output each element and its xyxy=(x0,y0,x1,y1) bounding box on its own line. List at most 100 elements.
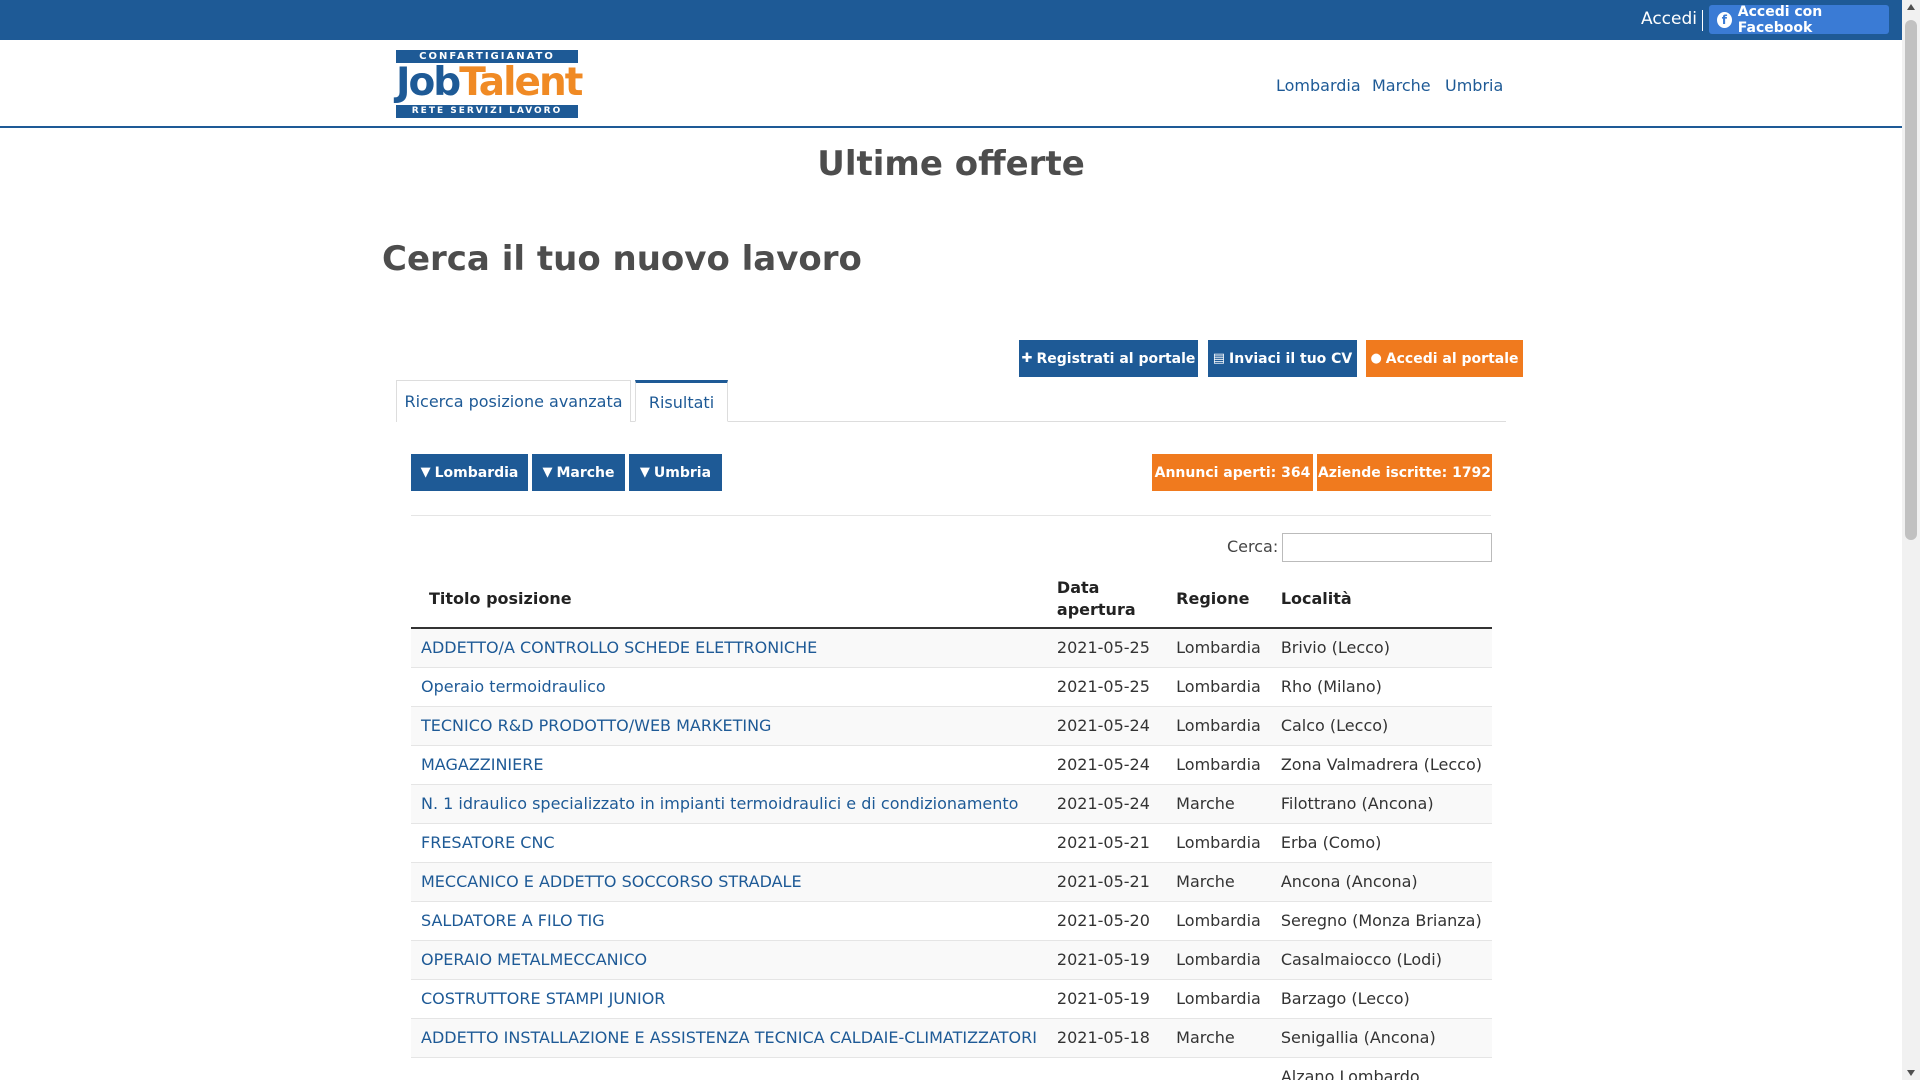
logo-bottom-strip: RETE SERVIZI LAVORO xyxy=(396,105,578,118)
facebook-login-label: Accedi con Facebook xyxy=(1737,3,1823,36)
filter-icon: ▼ xyxy=(420,465,431,480)
register-button[interactable]: ✚ Registrati al portale xyxy=(1019,340,1198,377)
search-input[interactable] xyxy=(1282,533,1492,562)
cell-date: 2021-05-24 xyxy=(1046,784,1167,824)
cell-region: Marche xyxy=(1166,1018,1271,1058)
cell-location: Casalmaiocco (Lodi) xyxy=(1270,940,1492,980)
cell-location: Seregno (Monza Brianza) xyxy=(1270,901,1492,941)
filter-umbria-button[interactable]: ▼ Umbria xyxy=(629,454,722,491)
cell-date: 2021-05-19 xyxy=(1046,979,1167,1019)
nav-item-marche[interactable]: Marche xyxy=(1372,76,1431,95)
filter-lombardia-label: Lombardia xyxy=(434,464,519,481)
table-row[interactable]: MAGAZZINIERE 2021-05-24 Lombardia Zona Valm… xyxy=(411,745,1492,785)
cell-region: Lombardia xyxy=(1166,901,1271,941)
cell-title: N. 1 idraulico specializzato in impianti… xyxy=(411,784,1047,824)
page-title: Ultime offerte xyxy=(817,144,1085,184)
column-header-location[interactable]: Località xyxy=(1270,570,1492,629)
job-title-link[interactable]: MECCANICO E ADDETTO SOCCORSO STRADALE xyxy=(421,872,802,891)
job-title-link[interactable]: TECNICO R&D PRODOTTO/WEB MARKETING xyxy=(421,716,771,735)
job-title-link[interactable]: ADDETTO/A CONTROLLO SCHEDE ELETTRONICHE xyxy=(421,638,817,657)
login-link[interactable]: Accedi xyxy=(1641,9,1697,29)
job-title-link[interactable]: ADDETTO INSTALLAZIONE E ASSISTENZA TECNI… xyxy=(421,1028,1037,1047)
table-row[interactable]: Operaio termoidraulico 2021-05-25 Lombardi… xyxy=(411,667,1492,707)
nav-item-umbria[interactable]: Umbria xyxy=(1445,76,1503,95)
facebook-login-button[interactable]: f Accedi con Facebook xyxy=(1709,3,1889,36)
topbar-separator xyxy=(1702,10,1703,31)
nav-item-lombardia[interactable]: Lombardia xyxy=(1276,76,1361,95)
cell-location: Senigallia (Ancona) xyxy=(1270,1018,1492,1058)
cell-location: Zona Valmadrera (Lecco) xyxy=(1270,745,1492,785)
scroll-up-icon[interactable] xyxy=(1907,4,1915,10)
cell-title: FRESATORE CNC xyxy=(411,823,1047,863)
table-row[interactable]: OPERAIO METALMECCANICO 2021-05-19 Lombardi… xyxy=(411,940,1492,980)
table-header-row: Titolo posizione Data apertura Regione Lo… xyxy=(411,570,1492,629)
cell-date xyxy=(1046,1057,1167,1080)
column-header-date-line1: Data xyxy=(1056,577,1100,597)
table-row[interactable]: SALDATORE A FILO TIG 2021-05-20 Lombardia S… xyxy=(411,901,1492,941)
cell-location: Calco (Lecco) xyxy=(1270,706,1492,746)
companies-badge[interactable]: Aziende iscritte: 1792 xyxy=(1317,454,1492,491)
cell-title: Operaio termoidraulico xyxy=(411,667,1047,707)
tab-advanced-search[interactable]: Ricerca posizione avanzata xyxy=(396,380,631,422)
scroll-down-icon[interactable] xyxy=(1907,1070,1915,1076)
table-row[interactable]: N. 1 idraulico specializzato in impianti… xyxy=(411,784,1492,824)
table-row[interactable]: MECCANICO E ADDETTO SOCCORSO STRADALE 202… xyxy=(411,862,1492,902)
column-header-title[interactable]: Titolo posizione xyxy=(411,570,1047,629)
cell-region: Lombardia xyxy=(1166,706,1271,746)
page-scrollbar[interactable] xyxy=(1902,0,1920,1080)
scrollbar-thumb[interactable] xyxy=(1905,20,1917,540)
cell-date: 2021-05-25 xyxy=(1046,628,1167,668)
cell-date: 2021-05-21 xyxy=(1046,862,1167,902)
search-label: Cerca: xyxy=(1227,537,1279,556)
open-ads-badge[interactable]: Annunci aperti: 364 xyxy=(1152,454,1313,491)
cell-region: Lombardia xyxy=(1166,667,1271,707)
job-title-link[interactable]: N. 1 idraulico specializzato in impianti… xyxy=(421,794,1018,813)
cell-region: Marche xyxy=(1166,862,1271,902)
tab-results[interactable]: Risultati xyxy=(635,380,728,422)
cell-location: Brivio (Lecco) xyxy=(1270,628,1492,668)
logo-brand: JobTalent xyxy=(396,61,583,105)
section-divider xyxy=(411,515,1491,516)
table-row[interactable]: TECNICO R&D PRODOTTO/WEB MARKETING 2021-0… xyxy=(411,706,1492,746)
filter-umbria-label: Umbria xyxy=(653,464,712,481)
column-header-region[interactable]: Regione xyxy=(1166,570,1271,629)
plus-icon: ✚ xyxy=(1021,351,1033,366)
facebook-icon: f xyxy=(1717,11,1732,28)
login-portal-button[interactable]: ● Accedi al portale xyxy=(1366,340,1523,377)
job-title-link[interactable]: COSTRUTTORE STAMPI JUNIOR xyxy=(421,989,665,1008)
table-row[interactable]: ADDETTO INSTALLAZIONE E ASSISTENZA TECNI… xyxy=(411,1018,1492,1058)
top-bar: Accedi f Accedi con Facebook xyxy=(0,0,1902,40)
table-row[interactable]: ADDETTO/A CONTROLLO SCHEDE ELETTRONICHE 2… xyxy=(411,628,1492,668)
column-header-date[interactable]: Data apertura xyxy=(1046,570,1167,629)
register-button-label: Registrati al portale xyxy=(1036,350,1196,367)
jobtalent-logo[interactable]: CONFARTIGIANATO JobTalent RETE SERVIZI L… xyxy=(396,50,583,118)
cell-region: Lombardia xyxy=(1166,745,1271,785)
page-subtitle: Cerca il tuo nuovo lavoro xyxy=(382,239,862,279)
site-header: CONFARTIGIANATO JobTalent RETE SERVIZI L… xyxy=(0,40,1902,128)
login-portal-button-label: Accedi al portale xyxy=(1385,350,1519,367)
cell-title: ADDETTO INSTALLAZIONE E ASSISTENZA TECNI… xyxy=(411,1018,1047,1058)
user-icon: ● xyxy=(1370,351,1382,366)
filter-icon: ▼ xyxy=(639,465,650,480)
filter-icon: ▼ xyxy=(542,465,553,480)
cell-date: 2021-05-25 xyxy=(1046,667,1167,707)
table-row[interactable]: Alzano Lombardo xyxy=(411,1057,1492,1080)
send-cv-button[interactable]: ▤ Inviaci il tuo CV xyxy=(1208,340,1357,377)
job-title-link[interactable]: MAGAZZINIERE xyxy=(421,755,543,774)
job-title-link[interactable]: Operaio termoidraulico xyxy=(421,677,606,696)
send-cv-button-label: Inviaci il tuo CV xyxy=(1229,350,1353,367)
job-title-link[interactable]: SALDATORE A FILO TIG xyxy=(421,911,605,930)
filter-lombardia-button[interactable]: ▼ Lombardia xyxy=(411,454,528,491)
cell-location: Ancona (Ancona) xyxy=(1270,862,1492,902)
job-title-link[interactable]: FRESATORE CNC xyxy=(421,833,555,852)
table-row[interactable]: COSTRUTTORE STAMPI JUNIOR 2021-05-19 Lomba… xyxy=(411,979,1492,1019)
cell-title: OPERAIO METALMECCANICO xyxy=(411,940,1047,980)
filter-marche-button[interactable]: ▼ Marche xyxy=(532,454,625,491)
cell-date: 2021-05-24 xyxy=(1046,745,1167,785)
table-row[interactable]: FRESATORE CNC 2021-05-21 Lombardia Erba (Co… xyxy=(411,823,1492,863)
cell-location: Filottrano (Ancona) xyxy=(1270,784,1492,824)
cell-title: TECNICO R&D PRODOTTO/WEB MARKETING xyxy=(411,706,1047,746)
job-title-link[interactable]: OPERAIO METALMECCANICO xyxy=(421,950,647,969)
filter-marche-label: Marche xyxy=(556,464,615,481)
cell-title: ADDETTO/A CONTROLLO SCHEDE ELETTRONICHE xyxy=(411,628,1047,668)
